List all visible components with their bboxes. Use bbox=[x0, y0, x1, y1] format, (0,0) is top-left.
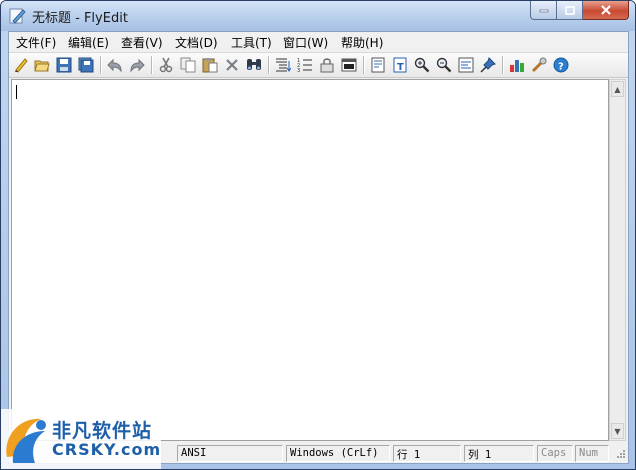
minimize-icon bbox=[539, 9, 548, 13]
status-line-ending[interactable]: Windows (CrLf) bbox=[286, 445, 390, 462]
chart-icon bbox=[510, 60, 524, 72]
app-window: 无标题 - FlyEdit 文件(F) 编辑(E) 查看(V) 文档(D) 工具… bbox=[0, 0, 636, 470]
lock-icon bbox=[320, 58, 334, 73]
zoom-out-icon bbox=[436, 57, 452, 73]
undo-icon bbox=[107, 58, 122, 73]
menu-edit[interactable]: 编辑(E) bbox=[66, 34, 111, 51]
paste-button[interactable] bbox=[200, 55, 220, 75]
svg-text:T: T bbox=[397, 62, 404, 73]
copy-icon bbox=[180, 57, 196, 73]
text-button[interactable]: T bbox=[390, 55, 410, 75]
properties-icon bbox=[371, 57, 385, 73]
status-line: 行 1 bbox=[393, 445, 461, 462]
wrap-button[interactable] bbox=[456, 55, 476, 75]
text-icon: T bbox=[393, 57, 407, 73]
toolbar: 123 T ? bbox=[9, 53, 628, 78]
menu-view[interactable]: 查看(V) bbox=[119, 34, 165, 51]
resize-grip-icon[interactable] bbox=[614, 449, 626, 461]
scroll-up-arrow[interactable]: ▲ bbox=[611, 81, 624, 97]
status-column: 列 1 bbox=[464, 445, 534, 462]
find-button[interactable] bbox=[244, 55, 264, 75]
redo-icon bbox=[130, 58, 145, 73]
console-button[interactable] bbox=[339, 55, 359, 75]
new-icon bbox=[15, 58, 28, 73]
status-encoding[interactable]: ANSI bbox=[177, 445, 283, 462]
new-button[interactable] bbox=[11, 55, 31, 75]
copy-button[interactable] bbox=[178, 55, 198, 75]
undo-button[interactable] bbox=[105, 55, 125, 75]
maximize-icon bbox=[564, 5, 575, 15]
svg-text:3: 3 bbox=[297, 68, 300, 73]
help-button[interactable]: ? bbox=[551, 55, 571, 75]
client-area: 文件(F) 编辑(E) 查看(V) 文档(D) 工具(T) 窗口(W) 帮助(H… bbox=[8, 31, 629, 464]
find-icon bbox=[247, 59, 261, 70]
pin-button[interactable] bbox=[478, 55, 498, 75]
menu-file[interactable]: 文件(F) bbox=[14, 34, 58, 51]
save-button[interactable] bbox=[54, 55, 74, 75]
cut-icon bbox=[159, 57, 173, 73]
close-button[interactable] bbox=[583, 1, 629, 20]
menu-tools[interactable]: 工具(T) bbox=[229, 34, 274, 51]
vertical-scrollbar[interactable]: ▲ ▼ bbox=[609, 79, 626, 441]
menu-document[interactable]: 文档(D) bbox=[173, 34, 220, 51]
delete-button[interactable] bbox=[222, 55, 242, 75]
tools-icon bbox=[531, 57, 547, 73]
delete-icon bbox=[226, 59, 238, 71]
zoom-in-button[interactable] bbox=[412, 55, 432, 75]
paste-icon bbox=[202, 58, 218, 73]
zoom-out-button[interactable] bbox=[434, 55, 454, 75]
menu-window[interactable]: 窗口(W) bbox=[281, 34, 330, 51]
properties-button[interactable] bbox=[368, 55, 388, 75]
status-num: Num bbox=[575, 445, 609, 462]
lock-button[interactable] bbox=[317, 55, 337, 75]
close-icon bbox=[600, 5, 611, 15]
save-all-button[interactable] bbox=[76, 55, 96, 75]
console-icon bbox=[341, 58, 357, 72]
svg-text:?: ? bbox=[558, 62, 564, 73]
menu-bar: 文件(F) 编辑(E) 查看(V) 文档(D) 工具(T) 窗口(W) 帮助(H… bbox=[9, 32, 628, 53]
watermark-text: 非凡软件站 bbox=[52, 420, 153, 442]
open-icon bbox=[34, 60, 50, 72]
watermark-url: CRSKY.com bbox=[52, 440, 162, 459]
minimize-button[interactable] bbox=[530, 1, 557, 20]
numbered-list-icon: 123 bbox=[297, 58, 312, 73]
text-editor[interactable] bbox=[11, 79, 609, 441]
chart-button[interactable] bbox=[507, 55, 527, 75]
maximize-button[interactable] bbox=[557, 1, 583, 20]
title-bar[interactable]: 无标题 - FlyEdit bbox=[1, 1, 635, 31]
indent-list-button[interactable] bbox=[273, 55, 293, 75]
save-icon bbox=[56, 57, 72, 73]
menu-help[interactable]: 帮助(H) bbox=[339, 34, 385, 51]
redo-button[interactable] bbox=[127, 55, 147, 75]
scroll-down-arrow[interactable]: ▼ bbox=[611, 423, 624, 439]
text-caret bbox=[16, 85, 17, 99]
save-all-icon bbox=[78, 57, 94, 73]
indent-list-icon bbox=[276, 58, 291, 72]
app-icon bbox=[9, 8, 26, 24]
window-title: 无标题 - FlyEdit bbox=[32, 11, 128, 26]
zoom-in-icon bbox=[414, 57, 430, 73]
help-icon: ? bbox=[553, 57, 569, 73]
pin-icon bbox=[480, 57, 496, 73]
tools-button[interactable] bbox=[529, 55, 549, 75]
status-caps: Caps bbox=[537, 445, 573, 462]
open-button[interactable] bbox=[32, 55, 52, 75]
cut-button[interactable] bbox=[156, 55, 176, 75]
numbered-list-button[interactable]: 123 bbox=[295, 55, 315, 75]
wrap-icon bbox=[458, 57, 474, 73]
